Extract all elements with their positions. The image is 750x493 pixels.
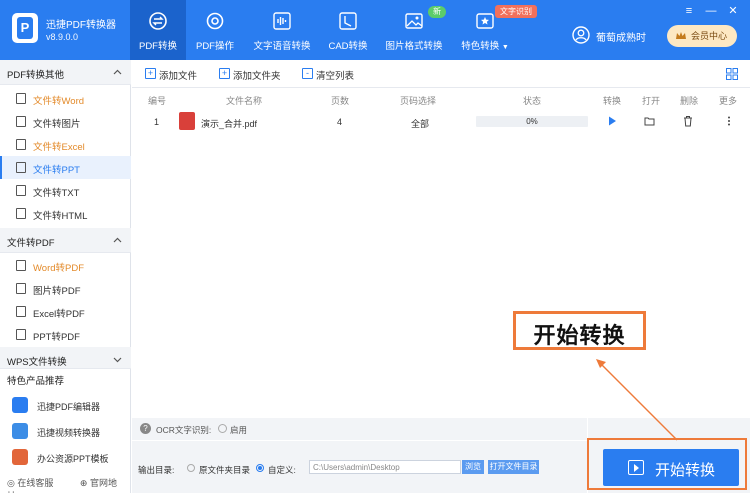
waveform-icon — [273, 12, 291, 30]
document-icon — [16, 93, 26, 104]
crown-icon — [676, 32, 686, 39]
image-icon — [405, 13, 423, 29]
sidebar-group-to-pdf[interactable]: 文件转PDF — [0, 228, 131, 253]
document-icon — [16, 208, 26, 219]
image-file-icon — [16, 283, 26, 294]
app-name: 迅捷PDF转换器 — [46, 20, 116, 31]
ppt-template-icon — [12, 449, 28, 465]
tab-text-speech[interactable]: 文字语音转换 — [250, 0, 314, 60]
open-folder-button[interactable]: 打开文件目录 — [488, 460, 539, 474]
add-folder-button[interactable]: + 添加文件夹 — [219, 68, 281, 82]
document-icon — [16, 139, 26, 150]
ocr-enable-checkbox[interactable] — [218, 424, 227, 433]
featured-pdf-editor[interactable]: 迅捷PDF编辑器 — [12, 396, 130, 416]
featured-video-converter[interactable]: 迅捷视频转换器 — [12, 422, 130, 442]
chevron-up-icon — [113, 237, 122, 243]
highlight-box — [587, 438, 747, 490]
clear-list-button[interactable]: - 清空列表 — [302, 68, 354, 82]
play-icon[interactable] — [606, 115, 618, 127]
pdf-editor-icon — [12, 397, 28, 413]
plus-icon: + — [219, 68, 230, 79]
ocr-badge: 文字识别 — [495, 5, 537, 18]
help-icon[interactable]: ? — [140, 423, 151, 434]
sidebar-item-file-to-txt[interactable]: 文件转TXT — [0, 179, 131, 202]
special-icon — [476, 13, 494, 29]
chevron-up-icon — [113, 69, 122, 75]
user-name[interactable]: 葡萄成熟时 — [596, 29, 646, 44]
ocr-bar: ? OCR文字识别: 启用 — [132, 418, 587, 440]
featured-ppt-template[interactable]: 办公资源PPT模板 — [12, 448, 130, 468]
annotation-arrow — [596, 359, 678, 441]
sidebar-item-ppt-to-pdf[interactable]: PPT转PDF — [0, 323, 131, 346]
document-icon — [16, 185, 26, 196]
document-icon — [16, 260, 26, 271]
image-file-icon — [16, 116, 26, 127]
plus-icon: + — [145, 68, 156, 79]
output-path-input[interactable] — [309, 460, 461, 474]
sidebar-group-pdf-other[interactable]: PDF转换其他 — [0, 60, 131, 85]
more-icon[interactable] — [723, 115, 735, 127]
close-icon[interactable]: ✕ — [726, 4, 740, 18]
sidebar-item-file-to-image[interactable]: 文件转图片 — [0, 110, 131, 133]
file-toolbar: + 添加文件 + 添加文件夹 - 清空列表 — [132, 60, 750, 88]
output-bar: 输出目录: 原文件夹目录 自定义: 浏览 打开文件目录 — [132, 441, 587, 493]
chevron-down-icon: ▼ — [501, 44, 509, 51]
featured-title: 特色产品推荐 — [7, 376, 65, 387]
page-count: 4 — [337, 117, 343, 127]
clear-icon: - — [302, 68, 313, 79]
tab-cad[interactable]: CAD转换 — [324, 0, 372, 60]
sidebar: PDF转换其他 文件转Word 文件转图片 文件转Excel 文件转PPT 文件… — [0, 60, 131, 493]
cad-icon — [339, 12, 357, 30]
file-name: 演示_合并.pdf — [201, 119, 258, 129]
document-icon — [16, 306, 26, 317]
chevron-down-icon — [113, 357, 122, 363]
sidebar-item-file-to-word[interactable]: 文件转Word — [0, 87, 131, 110]
minimize-icon[interactable]: — — [704, 4, 718, 18]
page-select[interactable]: 全部 — [411, 117, 429, 130]
sidebar-footer: ◎ 在线客服 ⊕ 官网地址 — [7, 476, 130, 493]
grid-view-icon[interactable] — [726, 68, 738, 80]
annotation-callout: 开始转换 — [513, 311, 646, 350]
menu-icon[interactable]: ≡ — [682, 4, 696, 18]
convert-icon — [149, 12, 167, 30]
table-row[interactable]: 1 演示_合并.pdf 4 全部 0% — [132, 110, 750, 134]
sidebar-item-word-to-pdf[interactable]: Word转PDF — [0, 254, 131, 277]
sidebar-item-excel-to-pdf[interactable]: Excel转PDF — [0, 300, 131, 323]
browse-button[interactable]: 浏览 — [462, 460, 484, 474]
new-badge: 新 — [428, 6, 446, 18]
sidebar-item-image-to-pdf[interactable]: 图片转PDF — [0, 277, 131, 300]
radio-custom-folder[interactable] — [256, 464, 264, 472]
video-converter-icon — [12, 423, 28, 439]
table-header: 编号 文件名称 页数 页码选择 状态 转换 打开 删除 更多 — [148, 96, 738, 106]
tab-pdf-convert[interactable]: PDF转换 — [130, 0, 186, 60]
trash-icon[interactable] — [682, 115, 694, 127]
progress-bar: 0% — [476, 116, 588, 127]
app-version: v8.9.0.0 — [46, 32, 79, 42]
add-file-button[interactable]: + 添加文件 — [145, 68, 197, 82]
pdf-file-icon — [179, 112, 195, 130]
title-bar: P 迅捷PDF转换器 v8.9.0.0 PDF转换 PDF操作 文字语音转换 C… — [0, 0, 750, 60]
online-service-link[interactable]: ◎ 在线客服 — [7, 478, 65, 488]
sidebar-item-file-to-ppt[interactable]: 文件转PPT — [0, 156, 131, 179]
user-icon[interactable] — [572, 26, 590, 44]
tab-pdf-operate[interactable]: PDF操作 — [190, 0, 240, 60]
folder-open-icon[interactable] — [644, 115, 656, 127]
radio-original-folder[interactable] — [187, 464, 195, 472]
sidebar-item-file-to-html[interactable]: 文件转HTML — [0, 202, 131, 225]
sidebar-group-wps[interactable]: WPS文件转换 — [0, 347, 131, 369]
gear-icon — [206, 12, 224, 30]
document-icon — [16, 162, 26, 173]
document-icon — [16, 329, 26, 340]
sidebar-item-file-to-excel[interactable]: 文件转Excel — [0, 133, 131, 156]
member-center-button[interactable]: 会员中心 — [667, 25, 737, 47]
app-logo: P — [12, 13, 38, 43]
